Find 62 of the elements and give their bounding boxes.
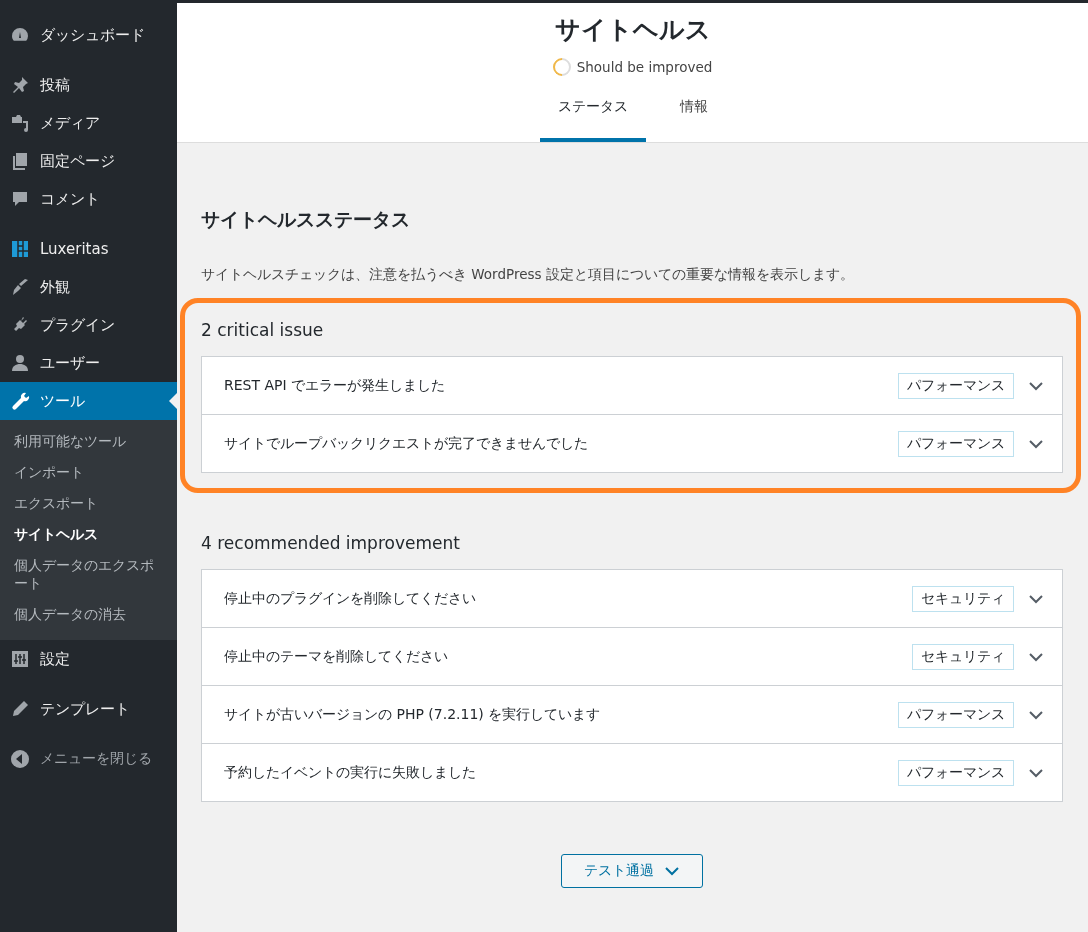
issue-row[interactable]: 予約したイベントの実行に失敗しました パフォーマンス	[202, 743, 1062, 801]
sidebar-item[interactable]: ツール	[0, 382, 177, 420]
sidebar-item[interactable]: 投稿	[0, 66, 177, 104]
sliders-icon	[10, 649, 30, 670]
submenu-item[interactable]: 個人データの消去	[0, 599, 177, 631]
chevron-down-icon[interactable]	[1028, 709, 1044, 720]
category-badge: セキュリティ	[912, 643, 1014, 670]
sidebar-item[interactable]: 設定	[0, 640, 177, 679]
sidebar-item[interactable]: テンプレート	[0, 690, 177, 729]
issue-label: 予約したイベントの実行に失敗しました	[224, 763, 477, 782]
camera-music-icon	[10, 113, 30, 133]
category-badge: パフォーマンス	[898, 759, 1014, 786]
chevron-down-icon[interactable]	[1028, 767, 1044, 778]
issue-row[interactable]: 停止中のテーマを削除してください セキュリティ	[202, 627, 1062, 685]
user-icon	[10, 353, 30, 373]
chevron-down-icon[interactable]	[1028, 593, 1044, 604]
issue-group-title: 4 recommended improvement	[201, 533, 461, 553]
health-status: Should be improved	[576, 59, 713, 75]
description: サイトヘルスチェックは、注意を払うべき WordPress 設定と項目についての重要な情報を表示します。	[201, 266, 855, 284]
submenu-item[interactable]: インポート	[0, 456, 177, 488]
submenu-item[interactable]: エクスポート	[0, 487, 177, 519]
issue-row[interactable]: REST API でエラーが発生しました パフォーマンス	[202, 357, 1062, 414]
grid-logo-icon	[10, 239, 30, 259]
sidebar-item[interactable]: Luxeritas	[0, 230, 177, 268]
chevron-down-icon[interactable]	[1028, 651, 1044, 662]
issue-label: サイトでループバックリクエストが完了できませんでした	[224, 434, 589, 453]
issue-row[interactable]: 停止中のプラグインを削除してください セキュリティ	[202, 570, 1062, 627]
sidebar-item[interactable]: ユーザー	[0, 344, 177, 382]
section-heading: サイトヘルスステータス	[201, 208, 411, 232]
tab[interactable]: ステータス	[539, 98, 646, 142]
sidebar-item[interactable]: 外観	[0, 268, 177, 306]
pages-icon	[10, 151, 30, 171]
issue-label: REST API でエラーが発生しました	[224, 376, 447, 395]
sidebar-item[interactable]: ダッシュボード	[0, 16, 177, 54]
category-badge: パフォーマンス	[898, 701, 1014, 728]
issue-group-title: 2 critical issue	[201, 320, 325, 340]
passed-tests-button[interactable]: テスト通過	[561, 854, 703, 888]
issue-row[interactable]: サイトが古いバージョンの PHP (7.2.11) を実行しています パフォーマンス	[202, 685, 1062, 743]
page-title: サイトヘルス	[554, 14, 711, 46]
issue-label: 停止中のテーマを削除してください	[224, 647, 449, 666]
speech-bubble-icon	[10, 189, 30, 209]
chevron-down-icon[interactable]	[1028, 438, 1044, 449]
tab[interactable]: 情報	[661, 98, 726, 142]
issue-label: 停止中のプラグインを削除してください	[224, 589, 477, 608]
chevron-down-icon	[664, 866, 680, 876]
category-badge: パフォーマンス	[898, 372, 1014, 399]
chevron-down-icon[interactable]	[1028, 380, 1044, 391]
sidebar-item[interactable]: プラグイン	[0, 306, 177, 344]
brush-icon	[10, 277, 30, 297]
issue-row[interactable]: サイトでループバックリクエストが完了できませんでした パフォーマンス	[202, 414, 1062, 472]
category-badge: パフォーマンス	[898, 430, 1014, 457]
collapse-menu-button[interactable]: メニューを閉じる	[0, 740, 177, 779]
sidebar-item[interactable]: 固定ページ	[0, 142, 177, 180]
submenu-item[interactable]: 利用可能なツール	[0, 426, 177, 457]
category-badge: セキュリティ	[912, 585, 1014, 612]
submenu-item[interactable]: サイトヘルス	[0, 518, 177, 550]
issue-label: サイトが古いバージョンの PHP (7.2.11) を実行しています	[224, 705, 602, 724]
wrench-icon	[10, 391, 30, 411]
sidebar-item[interactable]: メディア	[0, 104, 177, 142]
sidebar-item[interactable]: コメント	[0, 180, 177, 218]
left-triangle-circle-icon	[10, 749, 30, 770]
submenu-item[interactable]: 個人データのエクスポート	[0, 549, 177, 600]
